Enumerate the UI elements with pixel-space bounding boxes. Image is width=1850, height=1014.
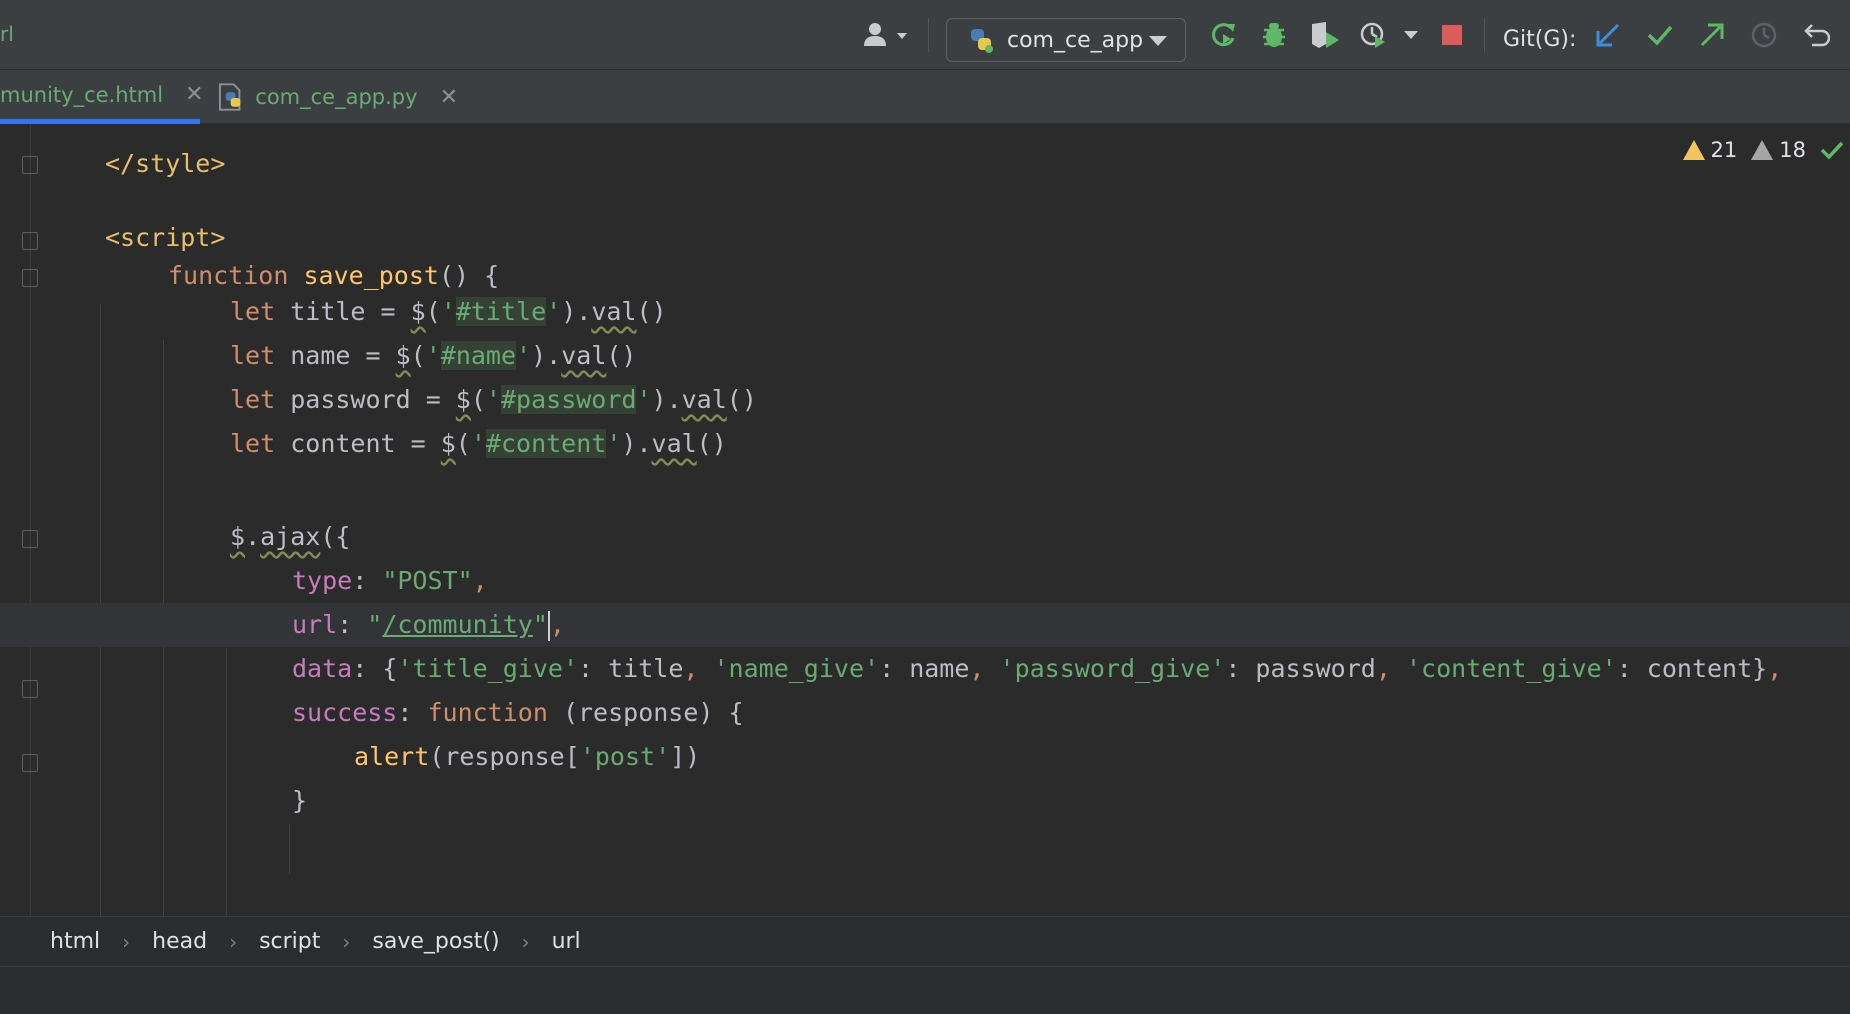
breadcrumb-item[interactable]: html [50, 929, 100, 954]
code-line: let name = $('#name').val() [230, 341, 637, 370]
stop-icon [1442, 25, 1462, 45]
code-line: data: {'title_give': title, 'name_give':… [292, 654, 1783, 683]
chevron-right-icon: › [521, 929, 530, 954]
close-icon[interactable]: ✕ [185, 82, 203, 107]
git-label: Git(G): [1503, 27, 1577, 52]
status-bar [0, 966, 1850, 1014]
chevron-right-icon: › [342, 929, 351, 954]
rollback-button[interactable] [1798, 17, 1834, 53]
run-config-label: com_ce_app [1007, 27, 1144, 53]
profile-button[interactable] [1356, 17, 1392, 53]
coverage-icon [1312, 22, 1339, 48]
chevron-right-icon: › [229, 929, 238, 954]
breadcrumb: html › head › script › save_post() › url [0, 916, 1850, 966]
code-line: type: "POST", [292, 566, 488, 595]
code-line: let title = $('#title').val() [230, 297, 667, 326]
close-icon[interactable]: ✕ [440, 85, 458, 110]
stop-button[interactable] [1436, 17, 1468, 53]
code-editor[interactable]: 21 18 </style> <script> function save_po… [0, 124, 1850, 916]
profile-options-dropdown[interactable] [1398, 17, 1424, 53]
editor-tabs: munity_ce.html ✕ com_ce_app.py ✕ [0, 70, 1850, 124]
git-history-button[interactable] [1746, 17, 1782, 53]
code-line: $.ajax({ [230, 522, 351, 551]
debug-icon [1263, 23, 1285, 47]
git-commit-icon [1647, 25, 1673, 46]
toolbar-left-fragment: rl [0, 22, 14, 46]
git-update-button[interactable] [1590, 17, 1626, 53]
history-icon [1751, 22, 1777, 48]
git-commit-button[interactable] [1642, 17, 1678, 53]
python-file-icon [218, 83, 241, 111]
tab-label: com_ce_app.py [255, 85, 418, 109]
code-line: let content = $('#content').val() [230, 429, 727, 458]
python-icon [971, 29, 993, 53]
user-menu-button[interactable] [858, 17, 914, 53]
rerun-button[interactable] [1206, 17, 1242, 53]
code-line: let password = $('#password').val() [230, 385, 757, 414]
chevron-down-icon [1404, 31, 1418, 39]
git-push-button[interactable] [1694, 17, 1730, 53]
git-push-icon [1700, 23, 1724, 47]
git-update-icon [1596, 23, 1620, 47]
chevron-right-icon: › [122, 929, 131, 954]
breadcrumb-item[interactable]: url [552, 929, 581, 954]
breadcrumb-item[interactable]: save_post() [372, 929, 499, 954]
tab-com-ce-app-py[interactable]: com_ce_app.py ✕ [218, 70, 458, 124]
code-line: </style> [105, 149, 226, 178]
tab-community-ce-html[interactable]: munity_ce.html ✕ [0, 70, 204, 124]
run-configuration-selector[interactable]: com_ce_app [946, 18, 1186, 62]
rerun-icon [1212, 23, 1235, 47]
code-line: } [292, 786, 308, 815]
rollback-icon [1804, 24, 1830, 47]
tab-label: munity_ce.html [0, 82, 164, 107]
code-line: success: function (response) { [292, 698, 744, 727]
run-with-coverage-button[interactable] [1306, 17, 1346, 53]
breadcrumb-item[interactable]: script [259, 929, 320, 954]
code-line-current: url: "/community", [0, 603, 1850, 647]
breadcrumb-item[interactable]: head [152, 929, 207, 954]
code-line: alert(response['post']) [354, 742, 701, 771]
profile-icon [1360, 22, 1385, 48]
main-toolbar: rl com_ce_app Git(G): [0, 0, 1850, 70]
user-icon [864, 23, 907, 46]
chevron-down-icon [1149, 36, 1167, 46]
debug-button[interactable] [1256, 17, 1292, 53]
